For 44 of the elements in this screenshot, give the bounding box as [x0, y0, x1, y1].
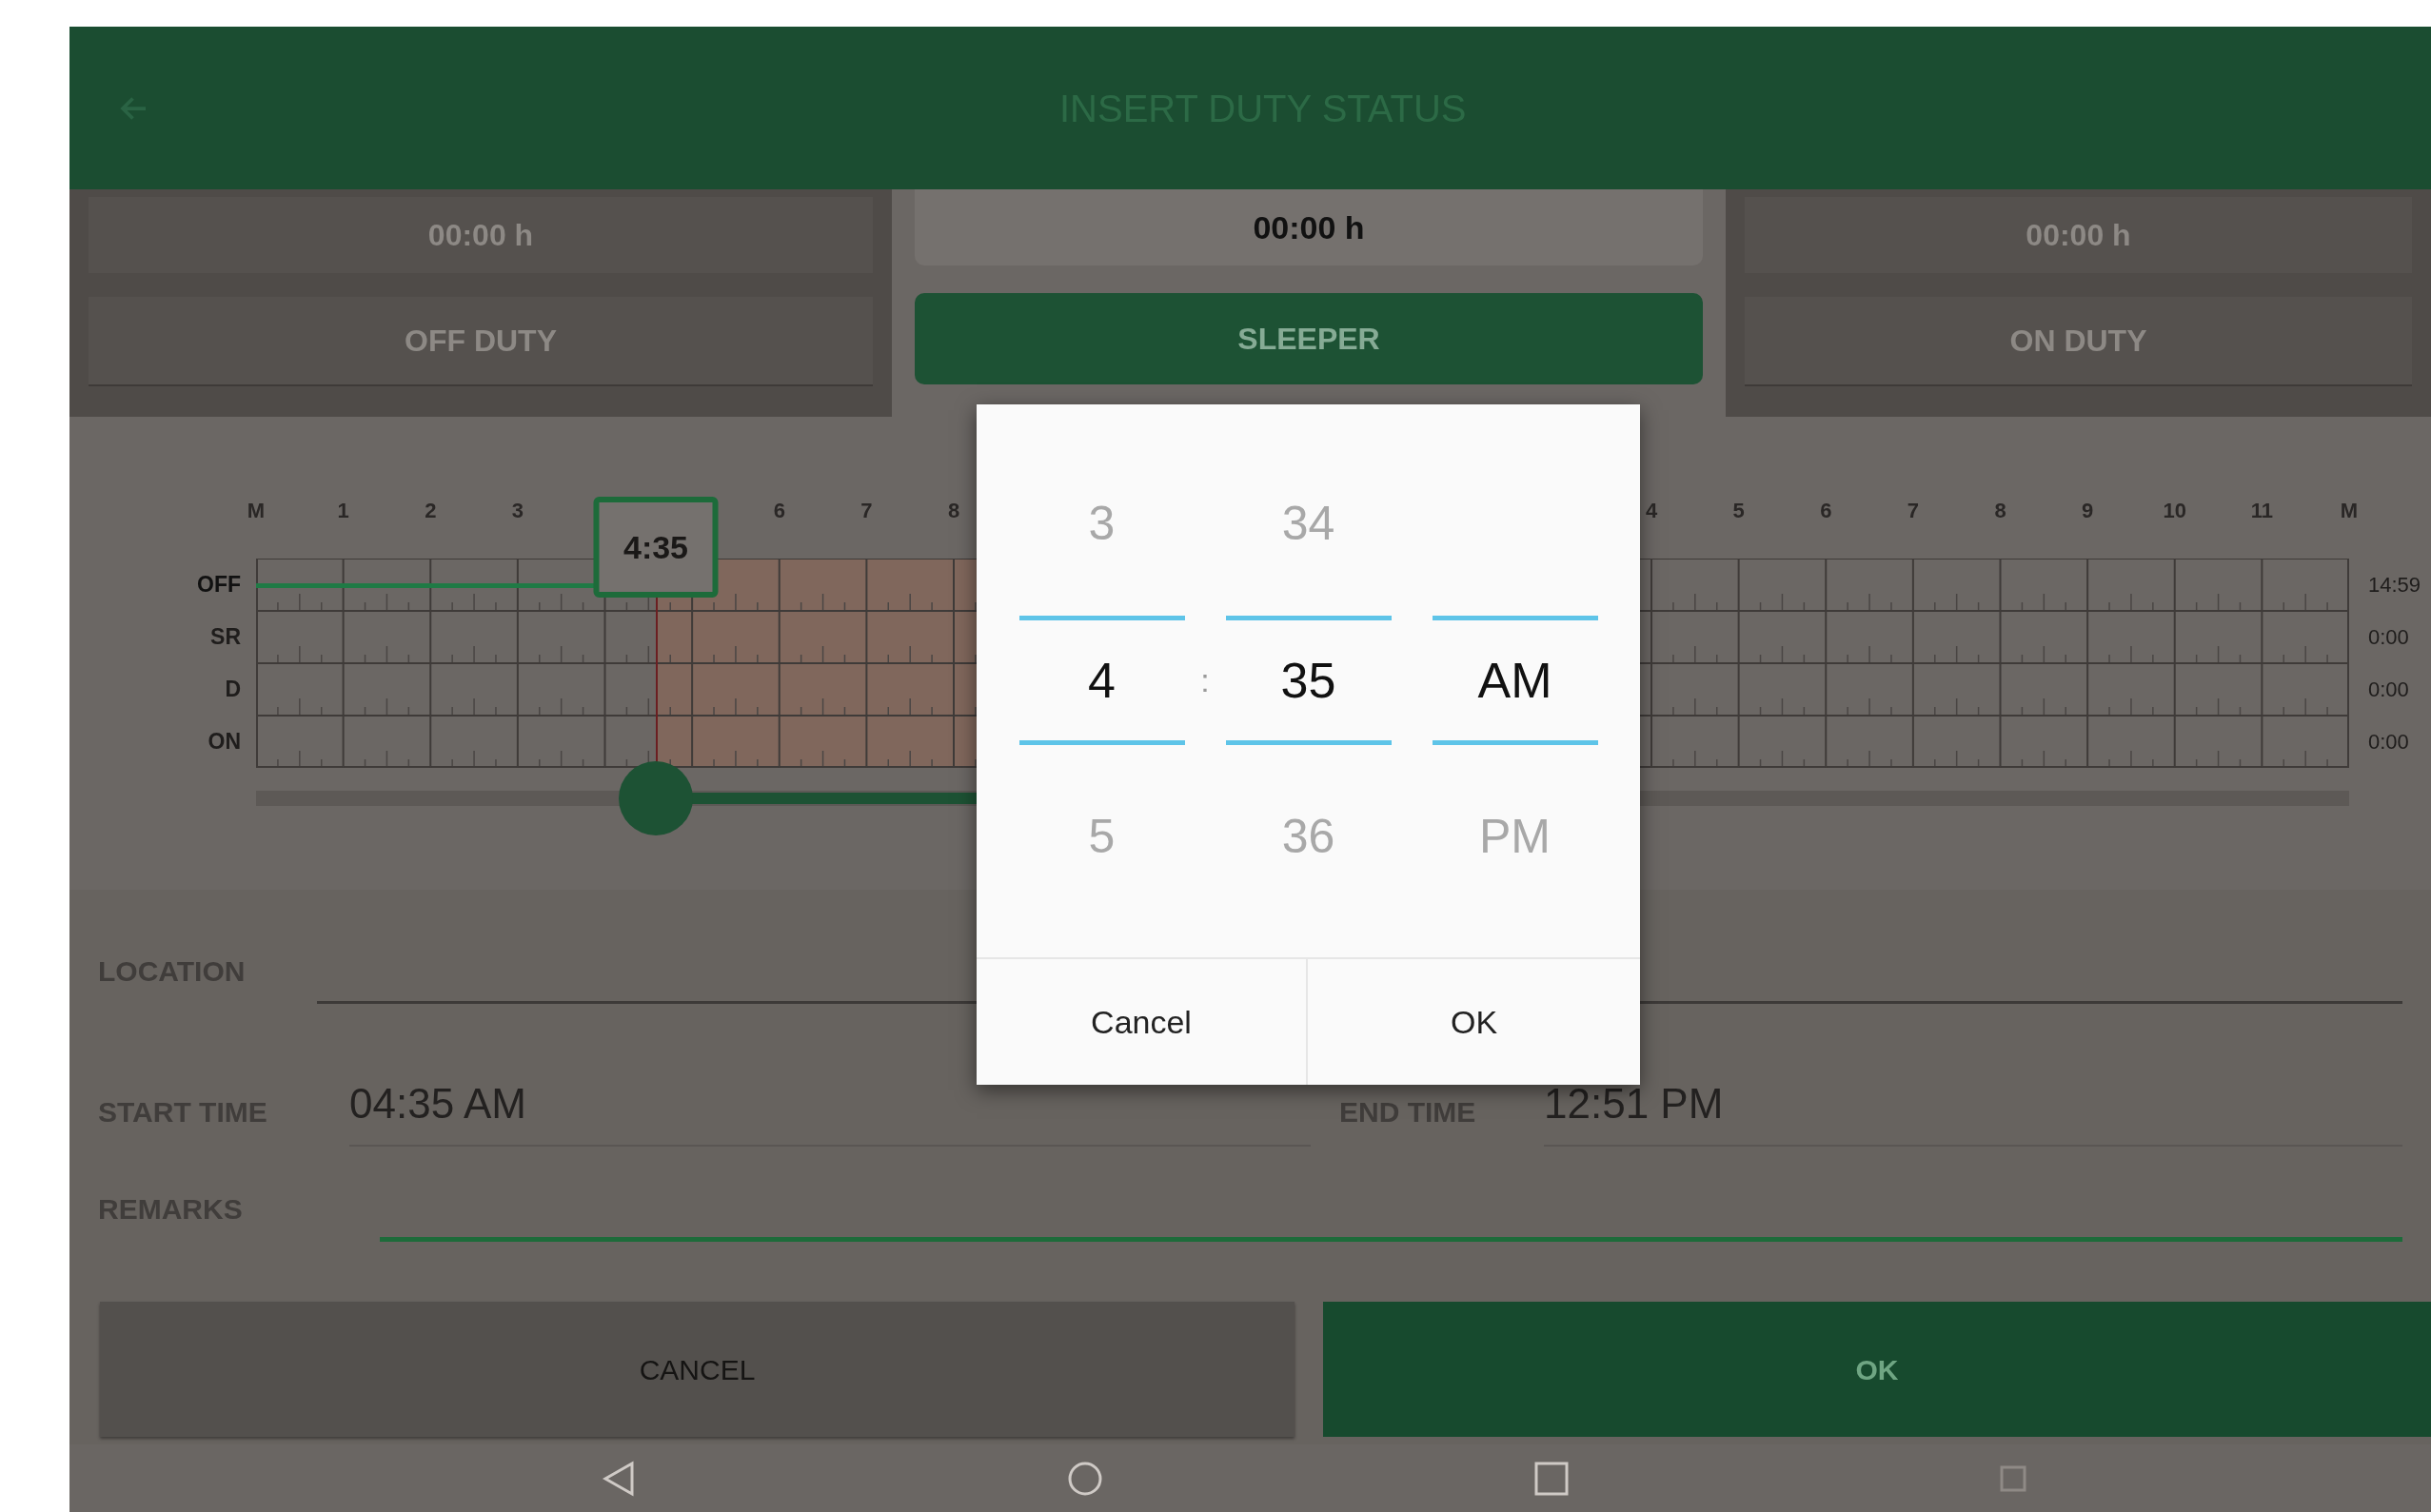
- ok-button[interactable]: OK: [1323, 1302, 2431, 1437]
- hour-label: 10: [2163, 498, 2186, 524]
- hour-label: 8: [1994, 498, 2006, 524]
- row-label: ON: [208, 728, 241, 756]
- row-label: OFF: [197, 571, 241, 599]
- picker-option[interactable]: 34: [1281, 488, 1335, 560]
- row-label: D: [225, 676, 241, 704]
- hour-label: 4: [1645, 498, 1658, 524]
- row-total: 0:00: [2368, 729, 2409, 756]
- duration-text: 00:00 h: [427, 217, 534, 254]
- duty-status-tab[interactable]: ON DUTY: [1745, 297, 2412, 386]
- hour-label: 3: [511, 498, 524, 524]
- picker-option[interactable]: PM: [1479, 801, 1551, 873]
- duty-status-tab[interactable]: OFF DUTY: [89, 297, 873, 386]
- hour-label: 9: [2082, 498, 2094, 524]
- hour-label: 2: [425, 498, 437, 524]
- picker-option[interactable]: 36: [1281, 801, 1335, 873]
- duty-status-tab[interactable]: SLEEPER: [915, 293, 1703, 384]
- time-marker-label: 4:35: [593, 497, 719, 598]
- row-total: 0:00: [2368, 624, 2409, 651]
- time-separator: :: [1200, 660, 1210, 700]
- picker-selected-value[interactable]: AM: [1432, 616, 1598, 745]
- hour-label: 11: [2250, 498, 2273, 524]
- row-total: 14:59: [2368, 572, 2421, 599]
- hour-label: M: [2340, 498, 2359, 524]
- duration-text: 00:00 h: [2026, 217, 2131, 254]
- hour-label: 6: [1820, 498, 1832, 524]
- row-total: 0:00: [2368, 677, 2409, 703]
- hour-label: 1: [337, 498, 349, 524]
- hour-label: 6: [773, 498, 785, 524]
- hour-label: M: [247, 498, 266, 524]
- picker-option[interactable]: 3: [1088, 488, 1116, 560]
- hour-label: 7: [1907, 498, 1919, 524]
- row-label: SR: [210, 623, 241, 652]
- hour-label: 7: [860, 498, 873, 524]
- duration-text: 00:00 h: [1253, 207, 1365, 247]
- hour-label: 8: [947, 498, 960, 524]
- cancel-button[interactable]: CANCEL: [100, 1302, 1295, 1437]
- hour-label: 5: [1732, 498, 1745, 524]
- cancel-button[interactable]: Cancel: [977, 959, 1308, 1085]
- picker-selected-value[interactable]: 35: [1225, 616, 1392, 745]
- picker-selected-value[interactable]: 4: [1018, 616, 1185, 745]
- picker-option[interactable]: 5: [1088, 801, 1116, 873]
- square-icon[interactable]: [1999, 1463, 2027, 1493]
